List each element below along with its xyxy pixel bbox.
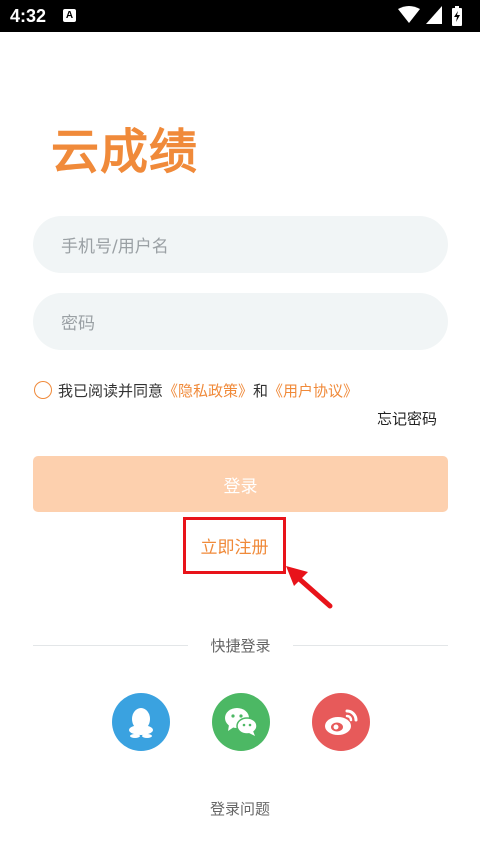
password-input[interactable]: 密码 <box>33 293 448 350</box>
battery-charging-icon <box>452 6 462 26</box>
login-button[interactable]: 登录 <box>33 456 448 512</box>
register-link[interactable]: 立即注册 <box>186 520 283 571</box>
agreement-row: 我已阅读并同意 《隐私政策》 和 《用户协议》 <box>34 378 358 402</box>
privacy-policy-link[interactable]: 《隐私政策》 <box>163 380 253 401</box>
wechat-login-button[interactable] <box>212 693 270 751</box>
user-agreement-link[interactable]: 《用户协议》 <box>268 380 358 401</box>
qq-icon <box>129 708 153 738</box>
app-logo: 云成绩 <box>51 124 199 180</box>
status-time: 4:32 <box>10 6 47 26</box>
cell-signal-icon <box>426 6 442 24</box>
qq-login-button[interactable] <box>112 693 170 751</box>
weibo-login-button[interactable] <box>312 693 370 751</box>
annotation-arrow-icon <box>286 566 333 609</box>
weibo-icon <box>325 709 358 735</box>
register-highlight-box: 立即注册 <box>183 517 286 574</box>
agree-prefix: 我已阅读并同意 <box>58 381 164 400</box>
forgot-password-link[interactable]: 忘记密码 <box>377 408 437 429</box>
divider-line-right <box>293 645 448 646</box>
quick-login-divider: 快捷登录 <box>33 633 448 657</box>
notification-letter: A <box>65 10 74 21</box>
phone-username-input[interactable]: 手机号/用户名 <box>33 216 448 273</box>
wifi-icon <box>398 6 420 23</box>
status-bar: 4:32 A <box>0 0 480 32</box>
password-placeholder: 密码 <box>61 314 95 334</box>
login-help-link[interactable]: 登录问题 <box>0 798 480 819</box>
wechat-icon <box>225 708 258 736</box>
notification-icon: A <box>63 9 76 22</box>
phone-username-placeholder: 手机号/用户名 <box>61 237 169 257</box>
agree-checkbox[interactable] <box>34 381 52 399</box>
agree-and: 和 <box>253 381 269 400</box>
